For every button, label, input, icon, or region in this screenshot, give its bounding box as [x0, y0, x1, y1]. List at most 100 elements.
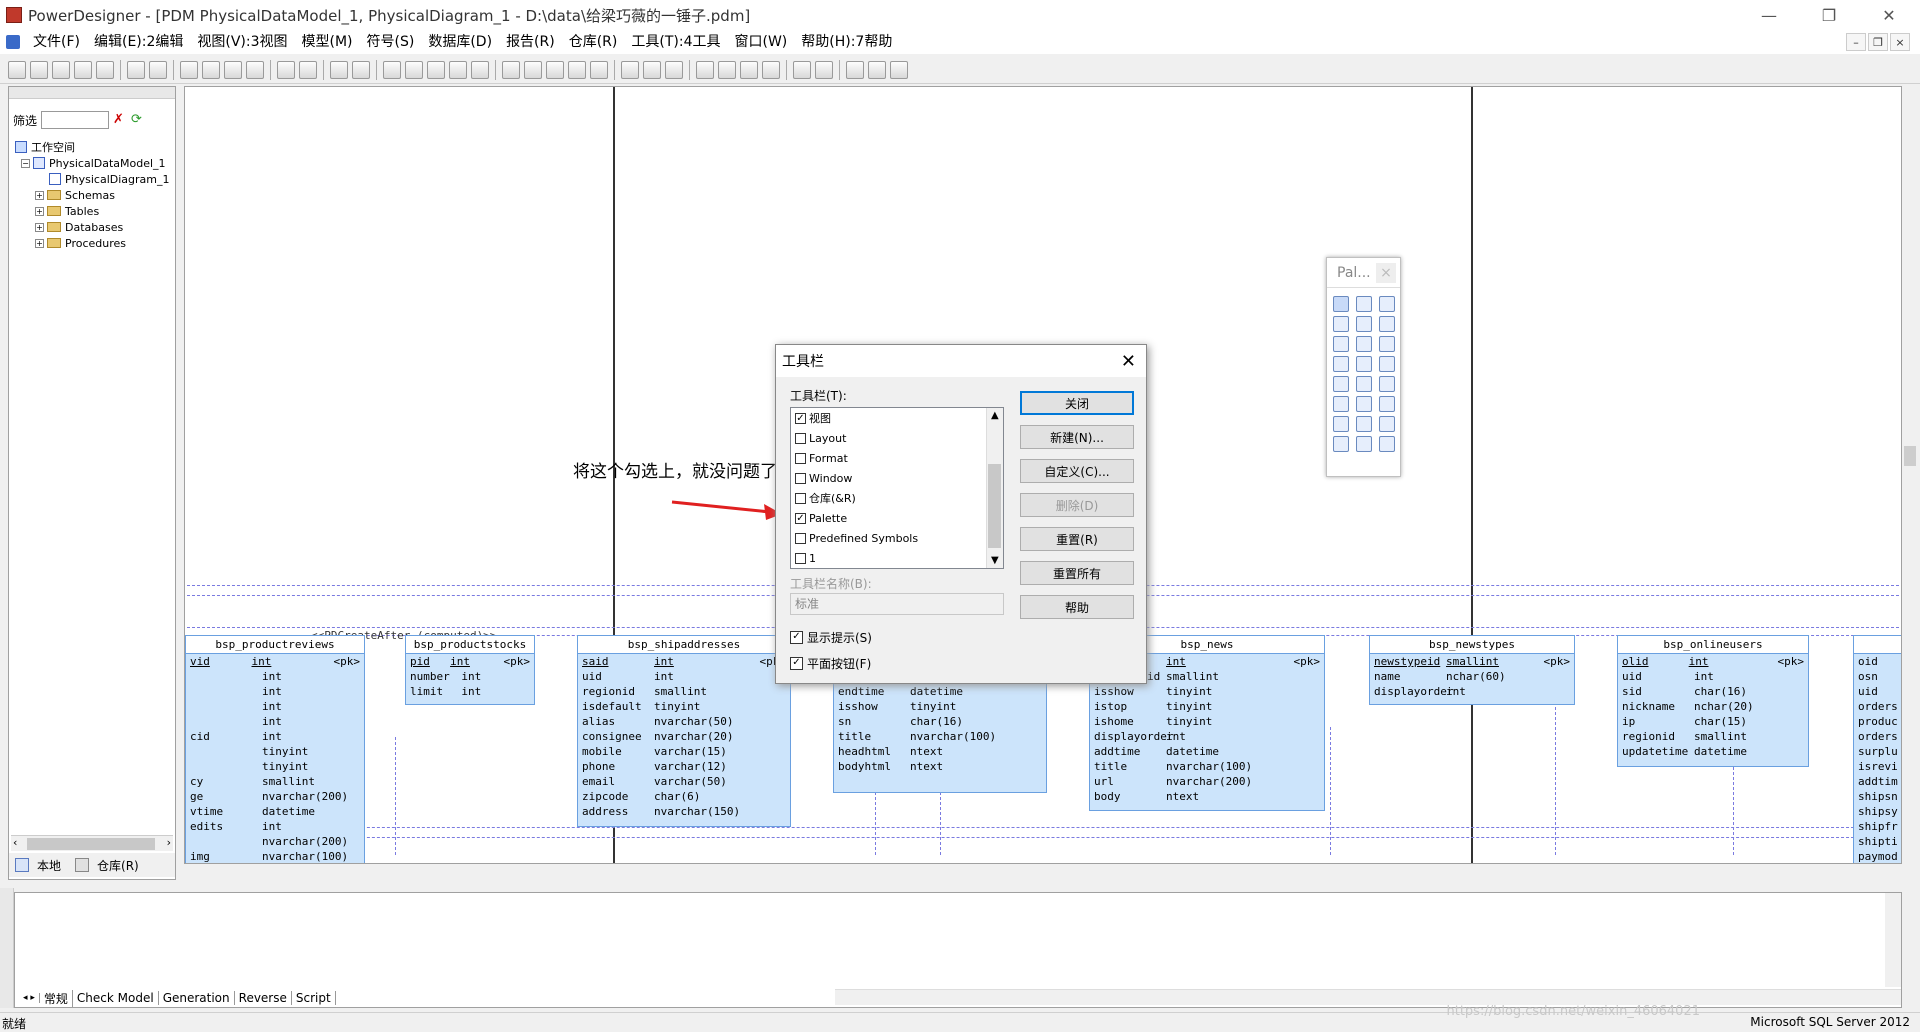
palette-close-icon[interactable]: ×	[1376, 263, 1396, 283]
scroll-right-icon[interactable]: ›	[1890, 863, 1895, 864]
tree-node-databases[interactable]: + Databases	[15, 219, 169, 235]
pointer-icon[interactable]	[1333, 296, 1349, 312]
print-icon[interactable]	[149, 61, 167, 79]
copy-icon[interactable]	[202, 61, 220, 79]
open-icon[interactable]	[52, 61, 70, 79]
menu-repository[interactable]: 仓库(R)	[562, 30, 625, 54]
output-icon[interactable]	[815, 61, 833, 79]
table-icon[interactable]	[383, 61, 401, 79]
window-arrange-icon[interactable]	[762, 61, 780, 79]
line-style-icon[interactable]	[568, 61, 586, 79]
table-bsp-onlineusers[interactable]: bsp_onlineusers olidint<pk>uidintsidchar…	[1617, 635, 1809, 767]
output-vscrollbar[interactable]	[1885, 893, 1901, 987]
show-tips-checkbox[interactable]: ✓	[790, 631, 803, 644]
toolbar-list-item[interactable]: Window	[791, 468, 1003, 488]
output-hscrollbar[interactable]	[835, 989, 1901, 1005]
minimize-button[interactable]: —	[1746, 0, 1792, 30]
rectangle-tool-icon[interactable]	[1356, 416, 1372, 432]
pen-icon[interactable]	[546, 61, 564, 79]
toolbar-list-item[interactable]: Format	[791, 448, 1003, 468]
arc-tool-icon[interactable]	[1333, 416, 1349, 432]
package-icon[interactable]	[1356, 336, 1372, 352]
delete-tool-icon[interactable]	[1333, 336, 1349, 352]
zoom-in-icon[interactable]	[1379, 296, 1395, 312]
reset-button[interactable]: 重置(R)	[1020, 527, 1134, 551]
polyline-tool-icon[interactable]	[1356, 436, 1372, 452]
toolbar-list-item[interactable]: ✓Palette	[791, 508, 1003, 528]
list-vscrollbar[interactable]: ▲ ▼	[986, 408, 1003, 568]
browser-header[interactable]	[9, 87, 175, 99]
toolbar-checkbox[interactable]	[795, 493, 806, 504]
toolbar-list-item[interactable]: Predefined Symbols	[791, 528, 1003, 548]
scroll-left-icon[interactable]: ‹	[13, 836, 17, 849]
tab-generation[interactable]: Generation	[159, 991, 235, 1005]
flat-buttons-option[interactable]: ✓ 平面按钮(F)	[790, 655, 871, 672]
shape-icon[interactable]	[502, 61, 520, 79]
window-tile-icon[interactable]	[718, 61, 736, 79]
toolbar-checkbox[interactable]: ✓	[795, 413, 806, 424]
zoom-view-icon[interactable]	[846, 61, 864, 79]
delete-icon[interactable]	[246, 61, 264, 79]
new-toolbar-button[interactable]: 新建(N)...	[1020, 425, 1134, 449]
scroll-right-icon[interactable]: ›	[167, 836, 171, 849]
expand-icon[interactable]: +	[35, 191, 44, 200]
result-list-icon[interactable]	[868, 61, 886, 79]
new-icon[interactable]	[8, 61, 26, 79]
menu-file[interactable]: 文件(F)	[26, 30, 87, 54]
table-bsp-shipaddresses[interactable]: bsp_shipaddresses saidint<pk>uidintregio…	[577, 635, 791, 827]
tab-reverse[interactable]: Reverse	[235, 991, 292, 1005]
tab-nav-icon[interactable]: ◂ ▸	[19, 993, 40, 1003]
browser-hscrollbar[interactable]: ‹ ›	[11, 835, 173, 851]
rounded-rect-tool-icon[interactable]	[1333, 436, 1349, 452]
window-list-icon[interactable]	[740, 61, 758, 79]
scroll-up-icon[interactable]: ▲	[991, 410, 999, 421]
scroll-down-icon[interactable]: ▼	[991, 555, 999, 566]
open-model-icon[interactable]	[30, 61, 48, 79]
refresh-icon[interactable]: ⟳	[131, 113, 145, 127]
text-tool-icon[interactable]	[1356, 396, 1372, 412]
toolbar-list-item[interactable]: 仓库(&R)	[791, 488, 1003, 508]
zoom-out-icon[interactable]	[1333, 316, 1349, 332]
clear-filter-icon[interactable]: ✗	[113, 113, 127, 127]
link-tool-icon[interactable]	[1379, 376, 1395, 392]
palette-toolbar[interactable]: Pal... ×	[1326, 257, 1401, 477]
toolbar-list-item[interactable]: 1	[791, 548, 1003, 568]
arrow-right-icon[interactable]	[665, 61, 683, 79]
menu-help[interactable]: 帮助(H):7帮助	[794, 30, 899, 54]
menu-window[interactable]: 窗口(W)	[727, 30, 794, 54]
window-cascade-icon[interactable]	[696, 61, 714, 79]
fill-icon[interactable]	[524, 61, 542, 79]
scroll-thumb[interactable]	[988, 464, 1001, 548]
mdi-restore-button[interactable]: ❐	[1868, 33, 1888, 51]
toolbar-checkbox[interactable]	[795, 433, 806, 444]
toolbar-list-item[interactable]: ✓视图	[791, 408, 1003, 428]
canvas-vscrollbar[interactable]	[1902, 86, 1918, 864]
menu-view[interactable]: 视图(V):3视图	[190, 30, 294, 54]
line-tool-icon[interactable]	[1379, 396, 1395, 412]
table-bsp-productstocks[interactable]: bsp_productstocks pidint<pk>numberintlim…	[405, 635, 535, 705]
menu-report[interactable]: 报告(R)	[499, 30, 562, 54]
open-diagram-icon[interactable]	[1356, 316, 1372, 332]
ellipse-tool-icon[interactable]	[1379, 416, 1395, 432]
font-icon[interactable]	[590, 61, 608, 79]
monitor-icon[interactable]	[890, 61, 908, 79]
tab-local[interactable]: 本地	[37, 857, 61, 874]
redo-icon[interactable]	[299, 61, 317, 79]
scroll-left-icon[interactable]: ‹	[189, 863, 194, 864]
table-tool-icon[interactable]	[1379, 336, 1395, 352]
dialog-close-icon[interactable]: ✕	[1121, 351, 1136, 372]
flat-buttons-checkbox[interactable]: ✓	[790, 657, 803, 670]
table-bsp-newstypes[interactable]: bsp_newstypes newstypeidsmallint<pk>name…	[1369, 635, 1575, 705]
procedure-tool-icon[interactable]	[1379, 356, 1395, 372]
check-in-icon[interactable]	[621, 61, 639, 79]
toolbar-name-input[interactable]: 标准	[790, 593, 1004, 615]
reverse-icon[interactable]	[449, 61, 467, 79]
folder-tool-icon[interactable]	[1356, 376, 1372, 392]
table-bsp-productreviews[interactable]: bsp_productreviews vidint<pk>intintintin…	[185, 635, 365, 864]
toolbar-checkbox[interactable]	[795, 473, 806, 484]
menu-tools[interactable]: 工具(T):4工具	[624, 30, 727, 54]
tree-node-workspace[interactable]: 工作空间	[15, 139, 169, 155]
collapse-icon[interactable]: −	[21, 159, 30, 168]
browser-icon[interactable]	[793, 61, 811, 79]
compare-icon[interactable]	[471, 61, 489, 79]
